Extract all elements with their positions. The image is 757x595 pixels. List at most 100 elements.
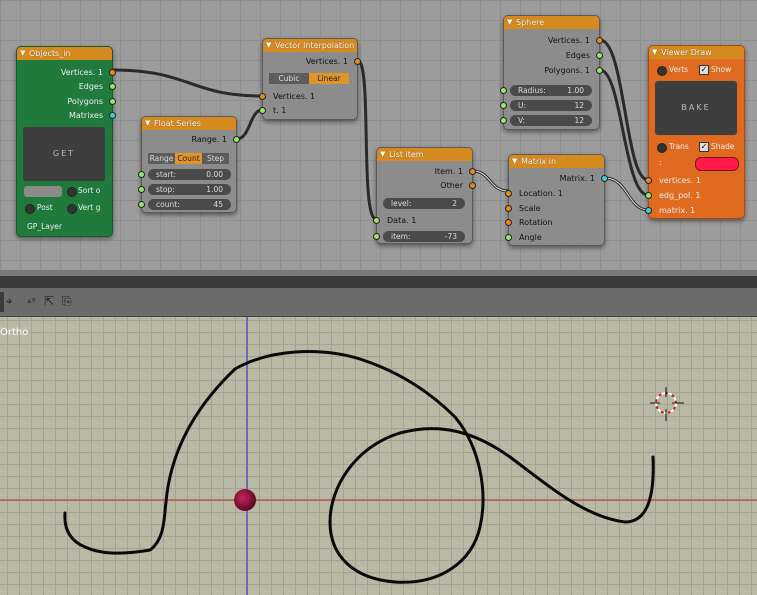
socket-icon[interactable]	[500, 87, 507, 94]
snap-icon[interactable]: ⌖	[6, 293, 13, 309]
sort-label: Sort o	[78, 186, 101, 195]
socket-icon[interactable]	[109, 98, 116, 105]
output-vertices: Vertices. 1	[263, 56, 361, 68]
socket-icon[interactable]	[138, 171, 145, 178]
verts-label: Verts	[669, 65, 689, 74]
collapse-triangle-icon[interactable]: ▼	[20, 47, 25, 60]
collapse-triangle-icon[interactable]: ▼	[266, 39, 271, 52]
socket-icon[interactable]	[500, 117, 507, 124]
radius-field[interactable]: Radius: 1.00	[510, 85, 592, 96]
socket-icon[interactable]	[373, 233, 380, 240]
output-edges: Edges	[17, 81, 116, 93]
socket-icon[interactable]	[138, 201, 145, 208]
sort-field[interactable]	[24, 186, 62, 197]
snap-toggle-icon[interactable]: ▴▾	[27, 293, 36, 309]
toolbar-left-edge	[0, 292, 4, 312]
mode-cubic-button[interactable]: Cubic	[269, 73, 309, 84]
area-divider[interactable]	[0, 276, 757, 288]
verts-checkbox[interactable]	[657, 66, 667, 76]
count-field[interactable]: count: 45	[148, 199, 231, 210]
input-scale: Scale	[505, 203, 604, 215]
mode-linear-button[interactable]: Linear	[309, 73, 349, 84]
mode-count-button[interactable]: Count	[175, 153, 202, 164]
render-icon[interactable]: ⇱	[44, 293, 54, 309]
socket-icon[interactable]	[259, 107, 266, 114]
node-header[interactable]: ▼ List item	[377, 148, 472, 161]
socket-icon[interactable]	[500, 102, 507, 109]
socket-icon[interactable]	[645, 177, 652, 184]
color-prefix: :	[659, 158, 662, 167]
output-edges: Edges	[504, 50, 603, 62]
link-series-to-interp	[235, 108, 264, 141]
node-title: Sphere	[516, 18, 545, 27]
level-field[interactable]: level: 2	[383, 198, 465, 209]
node-header[interactable]: ▼ Float Series	[142, 117, 236, 130]
mode-range-button[interactable]: Range	[148, 153, 175, 164]
u-field[interactable]: U: 12	[510, 100, 592, 111]
collapse-triangle-icon[interactable]: ▼	[380, 148, 385, 161]
node-title: Float Series	[154, 119, 201, 128]
node-header[interactable]: ▼ Matrix in	[509, 155, 604, 168]
collapse-triangle-icon[interactable]: ▼	[145, 117, 150, 130]
socket-icon[interactable]	[233, 136, 240, 143]
collapse-triangle-icon[interactable]: ▼	[512, 155, 517, 168]
input-location: Location. 1	[505, 188, 604, 200]
socket-icon[interactable]	[645, 192, 652, 199]
v-field[interactable]: V: 12	[510, 115, 592, 126]
node-sphere[interactable]: ▼ Sphere Vertices. 1 Edges Polygons. 1 Ra…	[500, 15, 603, 130]
color-swatch[interactable]	[695, 157, 739, 171]
sort-checkbox[interactable]	[67, 187, 77, 197]
stop-field[interactable]: stop: 1.00	[148, 184, 231, 195]
socket-icon[interactable]	[505, 190, 512, 197]
socket-icon[interactable]	[645, 207, 652, 214]
3d-cursor-icon[interactable]	[650, 387, 684, 421]
collapse-triangle-icon[interactable]: ▼	[507, 16, 512, 29]
socket-icon[interactable]	[109, 112, 116, 119]
output-item: Item. 1	[377, 166, 476, 178]
start-field[interactable]: start: 0.00	[148, 169, 231, 180]
node-editor[interactable]: ▼ Objects_in Vertices. 1 Edges Polygons M…	[0, 0, 757, 276]
node-header[interactable]: ▼ Vector Interpolation	[263, 39, 357, 52]
socket-icon[interactable]	[469, 182, 476, 189]
node-objects-in[interactable]: ▼ Objects_in Vertices. 1 Edges Polygons M…	[16, 46, 116, 237]
socket-icon[interactable]	[469, 168, 476, 175]
show-checkbox[interactable]: ✓	[699, 65, 709, 75]
collapse-triangle-icon[interactable]: ▼	[652, 46, 657, 59]
node-list-item[interactable]: ▼ List item Item. 1 Other level: 2 Data. 1…	[373, 147, 476, 244]
node-viewer-draw[interactable]: ▼ Viewer Draw Verts ✓ Show BAKE Trans ✓ S…	[645, 45, 745, 219]
socket-icon[interactable]	[259, 93, 266, 100]
mode-step-button[interactable]: Step	[202, 153, 229, 164]
item-field[interactable]: item: -73	[383, 231, 465, 242]
socket-icon[interactable]	[109, 69, 116, 76]
socket-icon[interactable]	[373, 217, 380, 224]
get-button[interactable]: GET	[23, 127, 105, 181]
socket-icon[interactable]	[505, 205, 512, 212]
vert-checkbox[interactable]	[67, 204, 77, 214]
3d-viewport[interactable]: Ortho	[0, 317, 757, 595]
node-header[interactable]: ▼ Viewer Draw	[649, 46, 744, 59]
input-data: Data. 1	[373, 215, 472, 227]
bake-button[interactable]: BAKE	[655, 81, 737, 135]
socket-icon[interactable]	[601, 175, 608, 182]
socket-icon[interactable]	[138, 186, 145, 193]
shade-label: Shade	[711, 142, 735, 151]
node-header[interactable]: ▼ Objects_in	[17, 47, 112, 60]
trans-checkbox[interactable]	[657, 143, 667, 153]
node-float-series[interactable]: ▼ Float Series Range. 1 Range Count Step …	[138, 116, 240, 213]
node-matrix-in[interactable]: ▼ Matrix in Matrix. 1 Location. 1 Scale R…	[505, 154, 608, 246]
show-label: Show	[711, 65, 732, 74]
socket-icon[interactable]	[354, 58, 361, 65]
socket-icon[interactable]	[505, 219, 512, 226]
socket-icon[interactable]	[505, 234, 512, 241]
origin-sphere[interactable]	[234, 489, 256, 511]
node-vector-interpolation[interactable]: ▼ Vector Interpolation Vertices. 1 Cubic …	[259, 38, 361, 120]
post-checkbox[interactable]	[25, 204, 35, 214]
socket-icon[interactable]	[596, 37, 603, 44]
socket-icon[interactable]	[596, 52, 603, 59]
node-header[interactable]: ▼ Sphere	[504, 16, 599, 29]
copy-paste-icon[interactable]: ⎘	[62, 293, 72, 309]
socket-icon[interactable]	[109, 83, 116, 90]
socket-icon[interactable]	[596, 67, 603, 74]
shade-checkbox[interactable]: ✓	[699, 142, 709, 152]
view-toolbar: ⌖ ▴▾ ⇱ ⎘	[0, 288, 757, 317]
